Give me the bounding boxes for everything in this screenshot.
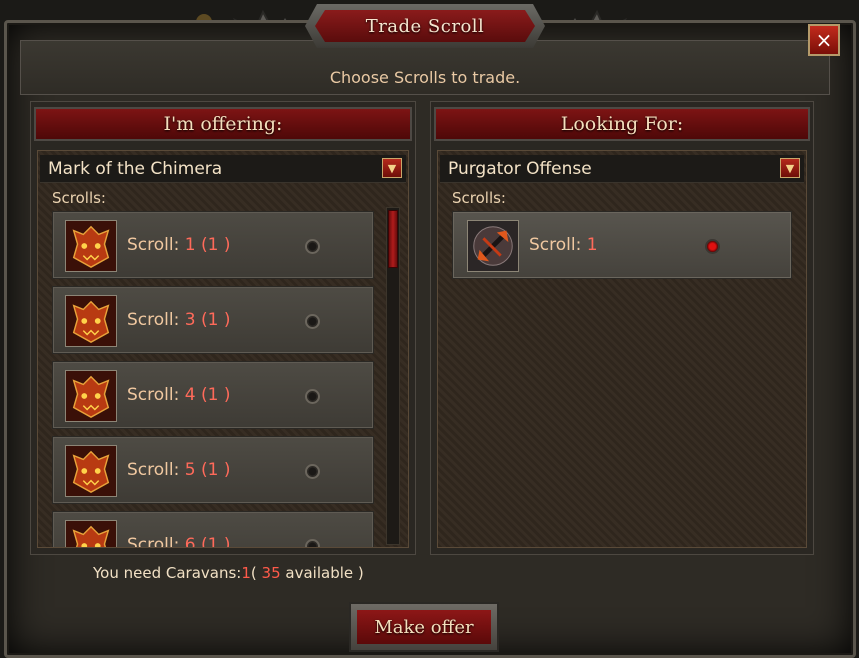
crossbow-icon xyxy=(467,220,519,272)
scroll-radio-selected[interactable] xyxy=(705,239,720,254)
window-title: Trade Scroll xyxy=(315,10,535,42)
scroll-row-6[interactable]: Scroll: 6 (1 ) xyxy=(52,511,374,547)
chevron-down-icon[interactable]: ▼ xyxy=(780,158,800,178)
demon-mask-icon xyxy=(65,445,117,497)
scroll-radio[interactable] xyxy=(305,464,320,479)
looking-for-dropdown-value: Purgator Offense xyxy=(448,158,592,179)
offering-scroll-list: Scroll: 1 (1 ) Scroll: 3 (1 ) Scroll: 4 … xyxy=(52,211,376,547)
scroll-row-text: Scroll: 4 (1 ) xyxy=(127,385,231,405)
demon-mask-icon xyxy=(65,520,117,547)
looking-for-scrolls-label: Scrolls: xyxy=(452,189,506,207)
subtitle-bar: Choose Scrolls to trade. xyxy=(20,40,830,95)
demon-mask-icon xyxy=(65,295,117,347)
close-button[interactable]: × xyxy=(808,24,840,56)
subtitle-text: Choose Scrolls to trade. xyxy=(329,68,521,87)
offering-dropdown[interactable]: Mark of the Chimera ▼ xyxy=(40,155,406,183)
offering-inner: Mark of the Chimera ▼ Scrolls: Scroll: 1… xyxy=(37,150,409,548)
offering-header: I'm offering: xyxy=(34,107,412,141)
offering-dropdown-value: Mark of the Chimera xyxy=(48,158,223,179)
offering-scrolls-label: Scrolls: xyxy=(52,189,106,207)
make-offer-label: Make offer xyxy=(357,610,491,644)
scroll-radio[interactable] xyxy=(305,239,320,254)
demon-mask-icon xyxy=(65,220,117,272)
scroll-row-text: Scroll: 3 (1 ) xyxy=(127,310,231,330)
scroll-row-text: Scroll: 5 (1 ) xyxy=(127,460,231,480)
offering-scrollbar[interactable] xyxy=(386,207,400,545)
scroll-row-purgator-1[interactable]: Scroll: 1 xyxy=(452,211,792,279)
scroll-radio[interactable] xyxy=(305,539,320,547)
looking-for-header: Looking For: xyxy=(434,107,810,141)
make-offer-button[interactable]: Make offer xyxy=(349,602,499,652)
chevron-down-icon[interactable]: ▼ xyxy=(382,158,402,178)
looking-for-dropdown[interactable]: Purgator Offense ▼ xyxy=(440,155,804,183)
looking-for-panel: Looking For: Purgator Offense ▼ Scrolls:… xyxy=(430,101,814,555)
scroll-radio[interactable] xyxy=(305,314,320,329)
scroll-row-text: Scroll: 1 xyxy=(529,235,598,255)
scroll-row-4[interactable]: Scroll: 4 (1 ) xyxy=(52,361,374,429)
scroll-row-3[interactable]: Scroll: 3 (1 ) xyxy=(52,286,374,354)
demon-mask-icon xyxy=(65,370,117,422)
offering-panel: I'm offering: Mark of the Chimera ▼ Scro… xyxy=(30,101,416,555)
looking-for-inner: Purgator Offense ▼ Scrolls: Scroll: 1 xyxy=(437,150,807,548)
scrollbar-thumb[interactable] xyxy=(388,210,398,268)
close-icon: × xyxy=(815,28,833,52)
scroll-row-5[interactable]: Scroll: 5 (1 ) xyxy=(52,436,374,504)
scroll-radio[interactable] xyxy=(305,389,320,404)
caravan-requirement: You need Caravans:1( 35 available ) xyxy=(93,564,364,582)
scroll-row-text: Scroll: 1 (1 ) xyxy=(127,235,231,255)
scroll-row-1[interactable]: Scroll: 1 (1 ) xyxy=(52,211,374,279)
scroll-row-text: Scroll: 6 (1 ) xyxy=(127,535,231,547)
